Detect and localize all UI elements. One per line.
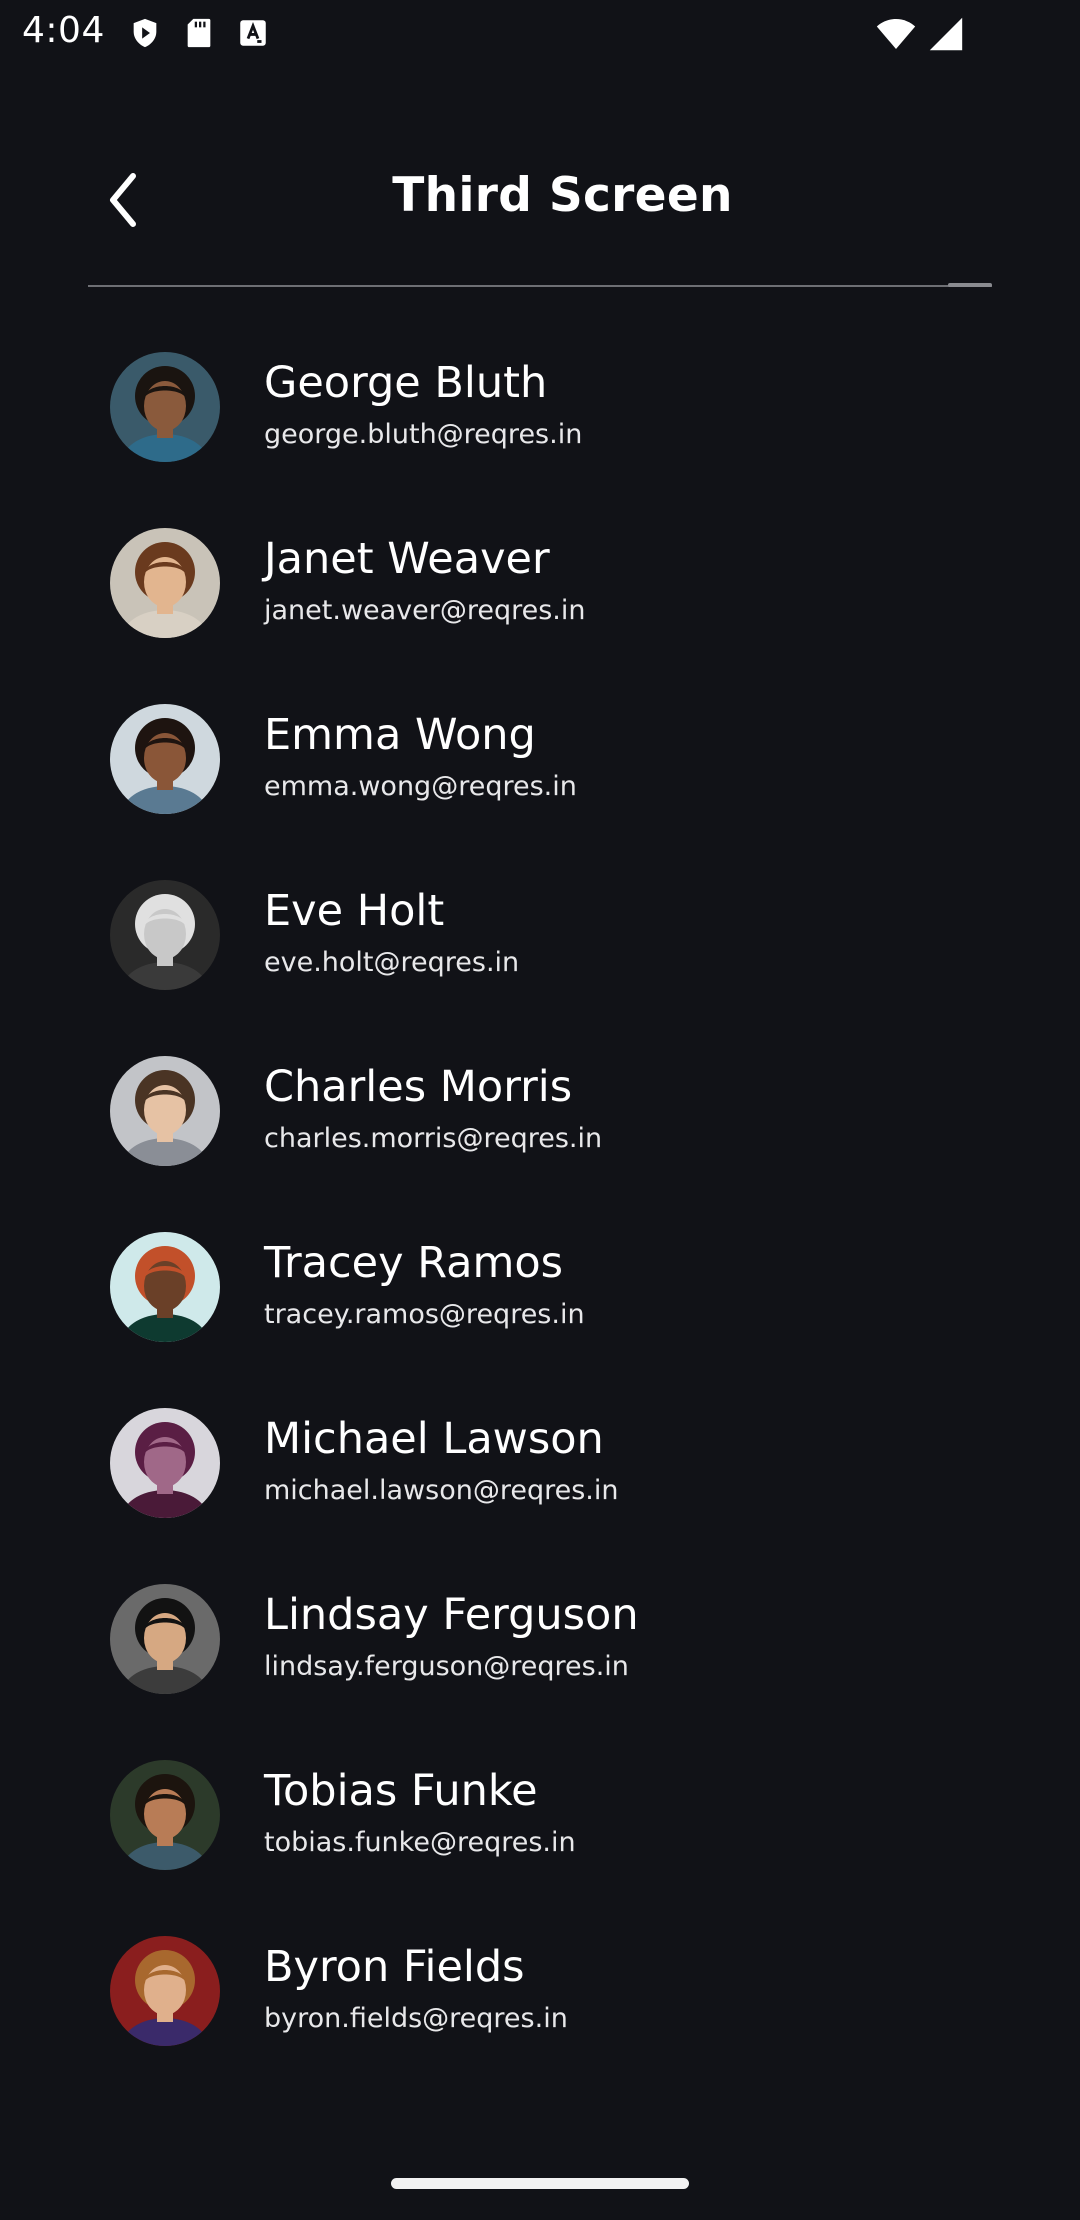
user-email: george.bluth@reqres.in (264, 419, 583, 450)
user-list-item[interactable]: Michael Lawson michael.lawson@reqres.in (0, 1400, 1080, 1576)
signal-icon (929, 17, 963, 51)
user-name: Emma Wong (264, 710, 536, 760)
user-avatar (110, 352, 220, 462)
user-list-item[interactable]: Janet Weaver janet.weaver@reqres.in (0, 520, 1080, 696)
status-icons-right (876, 16, 964, 52)
user-list-item[interactable]: George Bluth george.bluth@reqres.in (0, 344, 1080, 520)
user-name: Byron Fields (264, 1942, 525, 1992)
user-name: Tracey Ramos (264, 1238, 564, 1288)
user-avatar (110, 1936, 220, 2046)
app-bar: Third Screen (0, 130, 1080, 260)
user-list-item[interactable]: Byron Fields byron.fields@reqres.in (0, 1928, 1080, 2104)
font-a-icon (240, 20, 266, 46)
user-avatar (110, 704, 220, 814)
user-name: Tobias Funke (264, 1766, 538, 1816)
status-icons-left (128, 16, 270, 50)
user-list-item[interactable]: Emma Wong emma.wong@reqres.in (0, 696, 1080, 872)
page-title: Third Screen (392, 168, 733, 223)
user-email: eve.holt@reqres.in (264, 947, 520, 978)
user-email: janet.weaver@reqres.in (264, 595, 586, 626)
user-name: Eve Holt (264, 886, 445, 936)
user-list-item[interactable]: Lindsay Ferguson lindsay.ferguson@reqres.… (0, 1576, 1080, 1752)
user-avatar (110, 528, 220, 638)
user-name: George Bluth (264, 358, 548, 408)
sd-card-icon (187, 18, 211, 48)
user-name: Charles Morris (264, 1062, 573, 1112)
status-bar: 4:04 (0, 0, 1080, 66)
user-name: Lindsay Ferguson (264, 1590, 639, 1640)
user-avatar (110, 1584, 220, 1694)
user-email: emma.wong@reqres.in (264, 771, 577, 802)
user-email: charles.morris@reqres.in (264, 1123, 603, 1154)
user-avatar (110, 1232, 220, 1342)
user-name: Michael Lawson (264, 1414, 604, 1464)
user-email: tracey.ramos@reqres.in (264, 1299, 585, 1330)
wifi-icon (876, 19, 916, 49)
status-time: 4:04 (22, 10, 105, 51)
header-divider (88, 285, 992, 287)
user-avatar (110, 1408, 220, 1518)
user-list-item[interactable]: Tracey Ramos tracey.ramos@reqres.in (0, 1224, 1080, 1400)
user-avatar (110, 1760, 220, 1870)
user-email: byron.fields@reqres.in (264, 2003, 568, 2034)
user-email: tobias.funke@reqres.in (264, 1827, 576, 1858)
user-list: George Bluth george.bluth@reqres.in Janet … (0, 344, 1080, 2104)
user-list-item[interactable]: Tobias Funke tobias.funke@reqres.in (0, 1752, 1080, 1928)
shield-play-icon (133, 18, 157, 48)
user-name: Janet Weaver (264, 534, 550, 584)
header-divider-accent (948, 283, 992, 287)
user-list-item[interactable]: Charles Morris charles.morris@reqres.in (0, 1048, 1080, 1224)
user-avatar (110, 880, 220, 990)
user-avatar (110, 1056, 220, 1166)
user-email: michael.lawson@reqres.in (264, 1475, 619, 1506)
user-list-item[interactable]: Eve Holt eve.holt@reqres.in (0, 872, 1080, 1048)
user-email: lindsay.ferguson@reqres.in (264, 1651, 629, 1682)
home-indicator[interactable] (391, 2178, 689, 2189)
